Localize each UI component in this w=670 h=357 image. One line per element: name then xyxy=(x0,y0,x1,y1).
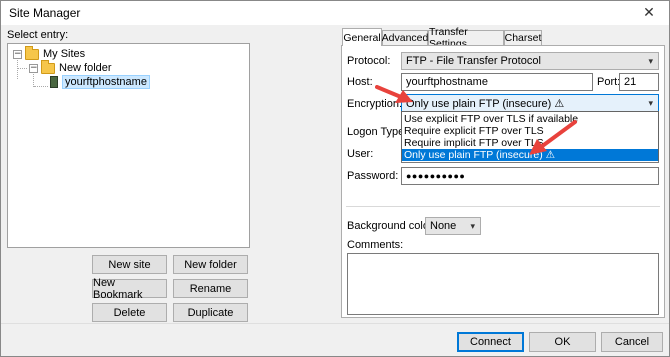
tree-item-my-sites[interactable]: − My Sites xyxy=(13,45,86,61)
port-input[interactable]: 21 xyxy=(619,73,659,91)
password-label: Password: xyxy=(347,170,399,182)
chevron-down-icon: ▾ xyxy=(470,221,475,231)
background-color-value: None xyxy=(430,220,457,232)
user-label: User: xyxy=(347,148,374,160)
encryption-value: Only use plain FTP (insecure) ⚠ xyxy=(406,97,565,110)
site-tree[interactable]: − My Sites − New folder yourftphostname xyxy=(7,43,250,248)
chevron-down-icon: ▾ xyxy=(648,56,653,66)
encryption-select[interactable]: Only use plain FTP (insecure) ⚠ ▾ xyxy=(401,94,659,112)
collapse-icon[interactable]: − xyxy=(29,63,38,73)
tab-advanced[interactable]: Advanced xyxy=(382,30,428,45)
logon-type-label: Logon Type: xyxy=(347,126,408,138)
background-color-select[interactable]: None ▾ xyxy=(425,217,481,235)
server-icon xyxy=(50,76,58,88)
tab-general[interactable]: General xyxy=(342,28,382,46)
port-label: Port: xyxy=(597,76,621,88)
divider xyxy=(346,206,660,207)
select-entry-label: Select entry: xyxy=(7,29,69,41)
window-title: Site Manager xyxy=(9,6,81,20)
rename-button[interactable]: Rename xyxy=(173,279,248,298)
cancel-button[interactable]: Cancel xyxy=(601,332,663,352)
connect-button[interactable]: Connect xyxy=(457,332,524,352)
duplicate-button[interactable]: Duplicate xyxy=(173,303,248,322)
tree-item-label: yourftphostname xyxy=(62,75,150,89)
host-input[interactable]: yourftphostname xyxy=(401,73,593,91)
background-color-label: Background color: xyxy=(347,220,436,232)
folder-icon xyxy=(25,45,39,60)
comments-textarea[interactable] xyxy=(347,253,659,315)
tree-item-label: My Sites xyxy=(43,48,86,60)
footer-divider xyxy=(1,323,669,324)
tree-item-site[interactable]: yourftphostname xyxy=(46,75,150,89)
protocol-value: FTP - File Transfer Protocol xyxy=(406,55,541,67)
chevron-down-icon: ▾ xyxy=(648,98,653,108)
title-bar: Site Manager ✕ xyxy=(1,1,669,25)
tree-item-label: New folder xyxy=(59,62,112,74)
protocol-select[interactable]: FTP - File Transfer Protocol ▾ xyxy=(401,52,659,70)
ok-button[interactable]: OK xyxy=(529,332,596,352)
password-input[interactable]: ●●●●●●●●●● xyxy=(401,167,659,185)
new-site-button[interactable]: New site xyxy=(92,255,167,274)
tab-transfer-settings[interactable]: Transfer Settings xyxy=(428,26,504,50)
annotation-arrow-icon xyxy=(375,85,413,103)
tab-charset[interactable]: Charset xyxy=(504,30,542,45)
comments-label: Comments: xyxy=(347,239,404,251)
annotation-arrow-icon xyxy=(529,120,577,155)
new-folder-button[interactable]: New folder xyxy=(173,255,248,274)
tree-item-new-folder[interactable]: − New folder xyxy=(29,59,112,75)
collapse-icon[interactable]: − xyxy=(13,49,22,59)
new-bookmark-button[interactable]: New Bookmark xyxy=(92,277,167,301)
protocol-label: Protocol: xyxy=(347,55,391,67)
close-icon[interactable]: ✕ xyxy=(635,3,663,21)
delete-button[interactable]: Delete xyxy=(92,303,167,322)
host-label: Host: xyxy=(347,76,373,88)
site-manager-window: Site Manager ✕ Select entry: − My Sites … xyxy=(0,0,670,357)
folder-icon xyxy=(41,59,55,74)
